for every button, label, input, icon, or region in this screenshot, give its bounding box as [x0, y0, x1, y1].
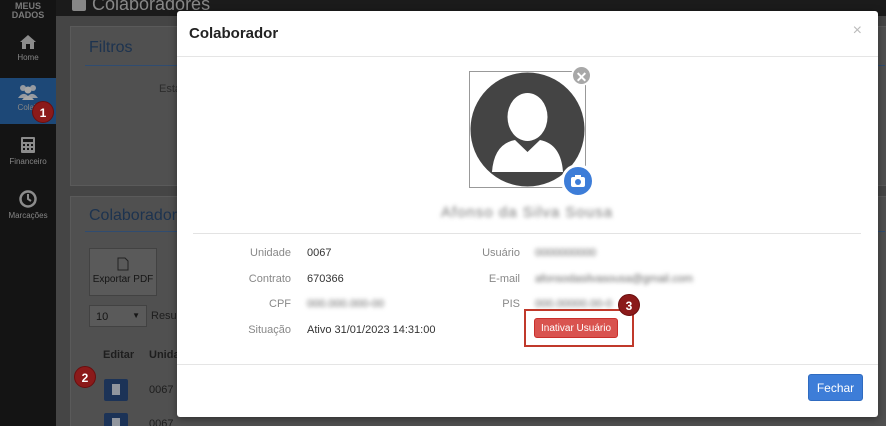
- close-button[interactable]: Fechar: [808, 374, 863, 401]
- close-icon[interactable]: ×: [853, 22, 862, 40]
- camera-icon[interactable]: [561, 164, 595, 198]
- camera-glyph: [571, 175, 585, 187]
- label-cpf: CPF: [269, 298, 291, 310]
- value-cpf: 000.000.000-00: [307, 298, 385, 310]
- modal-footer-divider: [177, 364, 878, 365]
- remove-photo-icon[interactable]: ✕: [571, 65, 592, 86]
- value-situacao: Ativo 31/01/2023 14:31:00: [307, 324, 436, 336]
- inactivate-user-button[interactable]: Inativar Usuário: [534, 318, 618, 338]
- colaborador-modal: Colaborador × ✕ Afonso da Silva Sousa Un…: [177, 11, 878, 417]
- inactivate-highlight: Inativar Usuário: [524, 309, 634, 347]
- value-contrato: 670366: [307, 273, 344, 285]
- step-badge-1: 1: [32, 101, 54, 123]
- value-email: afonsodasilvasousa@gmail.com: [535, 273, 693, 285]
- step-badge-2: 2: [74, 366, 96, 388]
- label-contrato: Contrato: [248, 273, 291, 285]
- divider: [193, 233, 861, 234]
- user-name: Afonso da Silva Sousa: [441, 204, 613, 221]
- label-situacao: Situação: [248, 324, 291, 336]
- label-usuario: Usuário: [482, 247, 520, 259]
- label-email: E-mail: [488, 273, 520, 285]
- modal-title: Colaborador: [189, 25, 279, 42]
- value-usuario: 0000000000: [535, 247, 597, 259]
- label-unidade: Unidade: [250, 247, 291, 259]
- label-pis: PIS: [502, 298, 520, 310]
- modal-header: Colaborador ×: [177, 11, 878, 57]
- step-badge-3: 3: [618, 294, 640, 316]
- value-unidade: 0067: [307, 247, 332, 259]
